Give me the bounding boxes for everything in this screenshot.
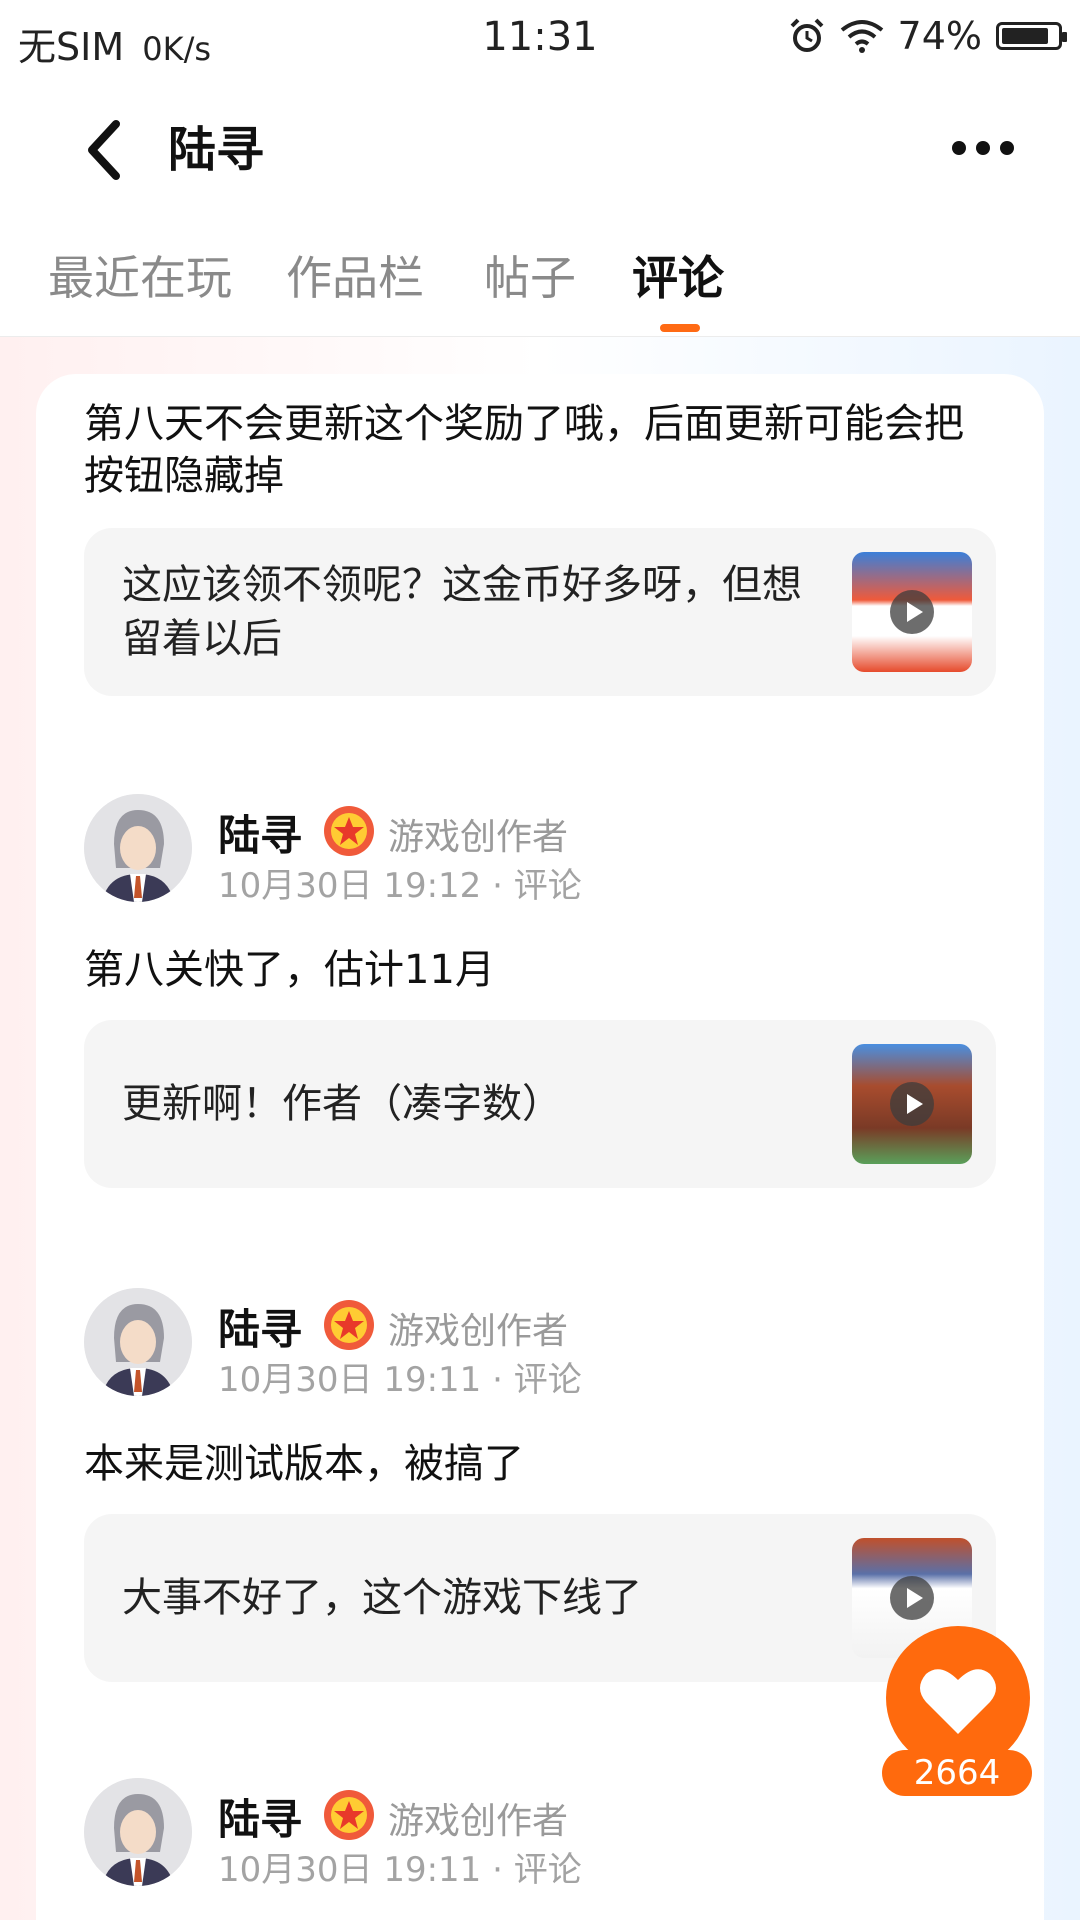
chevron-left-icon[interactable] [76,110,136,190]
avatar-image [84,1288,192,1396]
comment-card[interactable]: 第八天不会更新这个奖励了哦，后面更新可能会把按钮隐藏掉 这应该领不领呢？这金币好… [36,374,1044,746]
comment-text: 本来是测试版本，被搞了 [84,1441,524,1487]
quoted-post-text: 这应该领不领呢？这金币好多呀，但想留着以后 [122,562,802,662]
quoted-post[interactable]: 这应该领不领呢？这金币好多呀，但想留着以后 [84,528,996,696]
battery-percent: 74% [897,14,982,58]
avatar[interactable] [84,1288,192,1396]
wifi-icon [840,20,883,53]
more-dot [1000,141,1014,155]
play-icon [890,1576,934,1620]
tab-works[interactable]: 作品栏 [286,242,424,308]
play-icon [890,590,934,634]
quoted-post[interactable]: 更新啊！作者（凑字数） [84,1020,996,1188]
creator-badge-icon [324,1300,374,1350]
comment-meta: 10月30日 19:12 · 评论 [218,866,582,906]
author-name[interactable]: 陆寻 [218,1786,302,1847]
heart-icon [920,1669,996,1734]
tab-posts[interactable]: 帖子 [484,242,576,308]
battery-fill [1002,28,1048,44]
video-thumbnail[interactable] [852,552,972,672]
top-bar: 无SIM 0K/s 11:31 74% 陆寻 最近在玩 作品栏 帖子 评论 [0,0,1080,337]
status-bar: 无SIM 0K/s 11:31 74% [0,0,1080,80]
avatar[interactable] [84,794,192,902]
quoted-post[interactable]: 大事不好了，这个游戏下线了 [84,1514,996,1682]
author-role: 游戏创作者 [388,817,569,858]
tab-bar: 最近在玩 作品栏 帖子 评论 [0,220,1080,337]
like-button[interactable] [886,1626,1030,1770]
creator-badge-icon [324,1790,374,1840]
author-role: 游戏创作者 [388,1801,569,1842]
more-dot [976,141,990,155]
quoted-post-text: 大事不好了，这个游戏下线了 [122,1575,642,1621]
tab-recent-play[interactable]: 最近在玩 [48,242,232,308]
avatar-image [84,1778,192,1886]
creator-badge-icon [324,806,374,856]
comment-meta: 10月30日 19:11 · 评论 [218,1850,582,1890]
header: 陆寻 [0,80,1080,220]
battery-icon [996,22,1067,50]
more-horizontal-icon[interactable] [952,128,1022,168]
avatar-image [84,794,192,902]
tab-comments[interactable]: 评论 [632,242,724,308]
page-title: 陆寻 [168,122,265,178]
tab-active-indicator [660,324,700,332]
comment-card[interactable]: 陆寻 游戏创作者 10月30日 19:12 · 评论 第八关快了，估计11月 更… [36,744,1044,1240]
play-icon [890,1082,934,1126]
video-thumbnail[interactable] [852,1044,972,1164]
comment-meta: 10月30日 19:11 · 评论 [218,1360,582,1400]
comment-text: 第八关快了，估计11月 [84,947,495,993]
quoted-post-text: 更新啊！作者（凑字数） [122,1081,562,1127]
avatar[interactable] [84,1778,192,1886]
author-role: 游戏创作者 [388,1311,569,1352]
author-name[interactable]: 陆寻 [218,802,302,863]
author-name[interactable]: 陆寻 [218,1296,302,1357]
more-dot [952,141,966,155]
like-count: 2664 [882,1750,1032,1796]
status-right: 74% [788,14,1067,58]
alarm-icon [790,18,823,52]
comment-text: 第八天不会更新这个奖励了哦，后面更新可能会把按钮隐藏掉 [84,401,964,499]
